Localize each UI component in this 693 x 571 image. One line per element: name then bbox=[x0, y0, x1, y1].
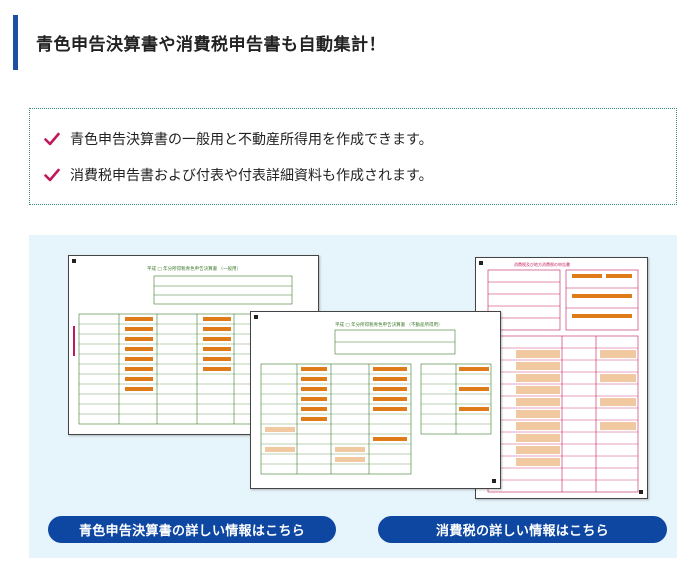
form-preview-panel: 消費税及び地方消費税の申告書 平成 □ 年分所得税青色申告決算書 （一般用） 平… bbox=[29, 235, 677, 558]
feature-text: 消費税申告書および付表や付表詳細資料も作成されます。 bbox=[70, 168, 433, 184]
list-item: 青色申告決算書の一般用と不動産所得用を作成できます。 bbox=[44, 129, 433, 149]
page-title: 青色申告決算書や消費税申告書も自動集計！ bbox=[36, 35, 386, 55]
form-title: 平成 □ 年分所得税青色申告決算書 （不動産所得用） bbox=[335, 323, 443, 328]
list-item: 消費税申告書および付表や付表詳細資料も作成されます。 bbox=[44, 165, 433, 185]
section-heading: 青色申告決算書や消費税申告書も自動集計！ bbox=[13, 15, 673, 70]
check-icon bbox=[44, 132, 60, 146]
feature-text: 青色申告決算書の一般用と不動産所得用を作成できます。 bbox=[70, 132, 433, 148]
form-illustration bbox=[479, 261, 643, 494]
feature-list: 青色申告決算書の一般用と不動産所得用を作成できます。 消費税申告書および付表や付… bbox=[29, 108, 677, 205]
blue-return-realestate-form-image: 平成 □ 年分所得税青色申告決算書 （不動産所得用） bbox=[250, 311, 501, 489]
form-title: 平成 □ 年分所得税青色申告決算書 （一般用） bbox=[147, 267, 242, 272]
form-illustration bbox=[254, 315, 496, 483]
blue-return-info-button[interactable]: 青色申告決算書の詳しい情報はこちら bbox=[48, 516, 336, 543]
consumption-tax-info-button[interactable]: 消費税の詳しい情報はこちら bbox=[378, 516, 667, 543]
form-title: 消費税及び地方消費税の申告書 bbox=[514, 262, 570, 267]
check-icon bbox=[44, 168, 60, 182]
